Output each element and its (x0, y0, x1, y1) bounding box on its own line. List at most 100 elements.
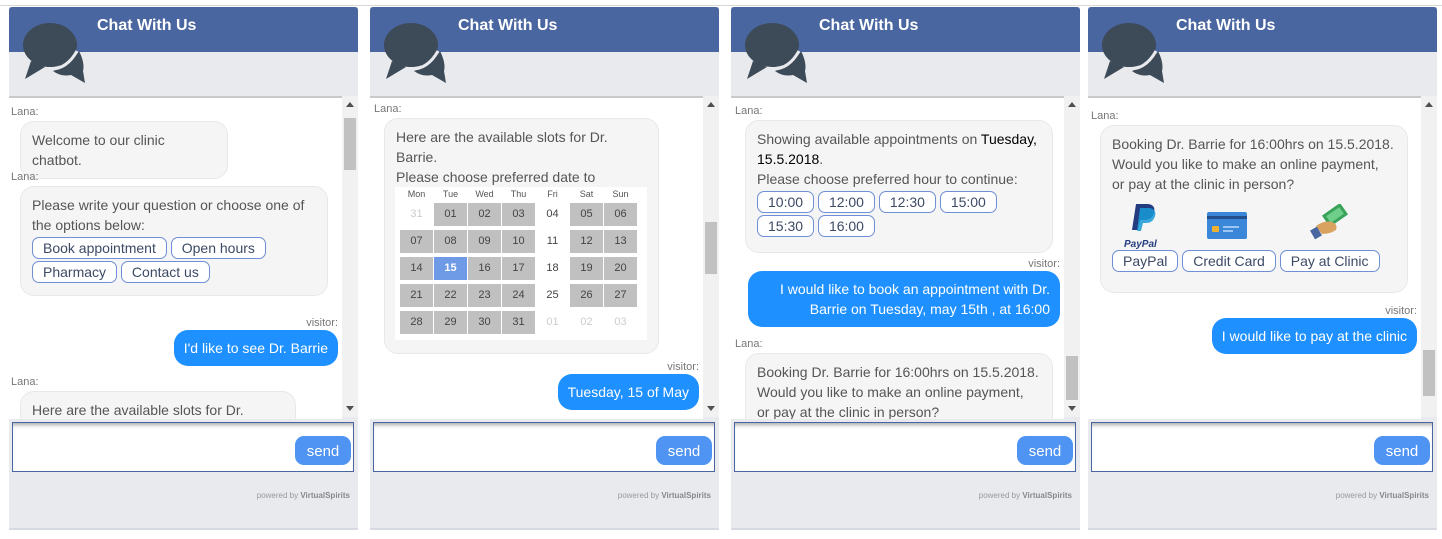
calendar-day[interactable]: 24 (502, 284, 535, 307)
calendar-day[interactable]: 26 (570, 284, 603, 307)
top-divider (0, 5, 1442, 6)
calendar-day[interactable]: 29 (434, 311, 467, 334)
send-button[interactable]: send (295, 436, 351, 465)
weekday-header: Mon (407, 189, 426, 199)
sender-label: Lana: (11, 376, 39, 388)
calendar-day[interactable]: 22 (434, 284, 467, 307)
message-input[interactable]: send (12, 422, 354, 472)
send-button[interactable]: send (656, 436, 712, 465)
sender-label: Lana: (735, 338, 763, 350)
option-time-1000[interactable]: 10:00 (757, 191, 815, 213)
scrollbar[interactable] (703, 96, 719, 417)
chat-widget-2: Chat With Us Lana: Here are the availabl… (370, 7, 719, 530)
powered-by-text: powered by (256, 491, 299, 500)
calendar-day[interactable]: 14 (400, 257, 433, 280)
sender-label: Lana: (11, 106, 39, 118)
scroll-down-arrow[interactable] (346, 406, 354, 411)
calendar-day: 11 (546, 235, 559, 247)
calendar-day[interactable]: 12 (570, 230, 603, 253)
scroll-thumb[interactable] (705, 222, 717, 274)
paypal-icon[interactable]: PayPal (1124, 202, 1164, 250)
sender-label: Lana: (1091, 110, 1119, 122)
calendar-day[interactable]: 27 (604, 284, 637, 307)
visitor-message-line: I would like to book an appointment with… (779, 281, 1050, 297)
option-time-1600[interactable]: 16:00 (817, 215, 875, 237)
bot-message-line: Please choose preferred hour to continue… (757, 171, 1018, 187)
chat-bubbles-icon (23, 23, 85, 83)
option-credit-card[interactable]: Credit Card (1182, 250, 1276, 272)
powered-by: powered by VirtualSpirits (257, 491, 350, 500)
option-time-1530[interactable]: 15:30 (757, 215, 815, 237)
calendar-day[interactable]: 03 (502, 203, 535, 226)
option-pay-at-clinic[interactable]: Pay at Clinic (1279, 250, 1380, 272)
scrollbar[interactable] (1421, 96, 1437, 417)
weekday-header: Wed (475, 189, 494, 199)
powered-by: powered by VirtualSpirits (979, 491, 1072, 500)
message-input[interactable]: send (1091, 422, 1433, 472)
message-input[interactable]: send (734, 422, 1076, 472)
visitor-message: I would like to pay at the clinic (1211, 318, 1417, 354)
scroll-thumb[interactable] (344, 118, 356, 170)
calendar-day[interactable]: 05 (570, 203, 603, 226)
calendar-day[interactable]: 01 (434, 203, 467, 226)
sender-label: Lana: (374, 103, 402, 115)
scrollbar[interactable] (1064, 96, 1080, 417)
option-contact-us[interactable]: Contact us (120, 261, 210, 283)
calendar-day[interactable]: 07 (400, 230, 433, 253)
option-open-hours[interactable]: Open hours (170, 237, 266, 259)
option-pharmacy[interactable]: Pharmacy (32, 261, 118, 283)
calendar-day[interactable]: 23 (468, 284, 501, 307)
calendar-day[interactable]: 17 (502, 257, 535, 280)
brand-name[interactable]: VirtualSpirits (300, 491, 350, 500)
message-input[interactable]: send (373, 422, 715, 472)
calendar-day[interactable]: 19 (570, 257, 603, 280)
calendar-day[interactable]: 20 (604, 257, 637, 280)
chat-widget-3: Chat With Us Lana: Showing available app… (731, 7, 1080, 530)
calendar-day[interactable]: 16 (468, 257, 501, 280)
option-time-1200[interactable]: 12:00 (817, 191, 875, 213)
option-book-appointment[interactable]: Book appointment (32, 237, 167, 259)
calendar-day[interactable]: 06 (604, 203, 637, 226)
send-button[interactable]: send (1017, 436, 1073, 465)
scroll-down-arrow[interactable] (1068, 406, 1076, 411)
calendar-day[interactable]: 28 (400, 311, 433, 334)
message-list: Lana: Here are the available slots for D… (370, 96, 703, 419)
sender-label: visitor: (1385, 305, 1417, 317)
bot-message: Welcome to our clinic chatbot. (20, 121, 228, 179)
cash-hand-icon[interactable] (1310, 204, 1350, 240)
scroll-thumb[interactable] (1423, 350, 1435, 396)
calendar-day[interactable]: 30 (468, 311, 501, 334)
brand-name[interactable]: VirtualSpirits (661, 491, 711, 500)
calendar-day[interactable]: 31 (502, 311, 535, 334)
scroll-down-arrow[interactable] (707, 406, 715, 411)
visitor-message: I would like to book an appointment with… (748, 271, 1060, 327)
calendar-day[interactable]: 09 (468, 230, 501, 253)
scroll-up-arrow[interactable] (1068, 102, 1076, 107)
brand-name[interactable]: VirtualSpirits (1022, 491, 1072, 500)
scroll-up-arrow[interactable] (1425, 102, 1433, 107)
chat-bubbles-icon (1102, 23, 1164, 83)
option-time-1500[interactable]: 15:00 (939, 191, 997, 213)
scroll-up-arrow[interactable] (707, 102, 715, 107)
brand-name[interactable]: VirtualSpirits (1379, 491, 1429, 500)
calendar-day[interactable]: 02 (468, 203, 501, 226)
bot-message-line: Here are the available slots for Dr. Bar… (396, 129, 608, 165)
scroll-thumb[interactable] (1066, 356, 1078, 400)
calendar-day: 03 (614, 316, 627, 328)
visitor-message-line: Barrie on Tuesday, may 15th , at 16:00 (809, 301, 1050, 317)
text-prefix: Showing available appointments on (757, 131, 981, 147)
paypal-logo-text: PayPal (1124, 239, 1157, 250)
chat-title: Chat With Us (97, 17, 197, 34)
calendar-day[interactable]: 08 (434, 230, 467, 253)
message-list: Lana: Welcome to our clinic chatbot. Lan… (9, 96, 342, 419)
send-button[interactable]: send (1374, 436, 1430, 465)
visitor-message: I'd like to see Dr. Barrie (173, 330, 338, 366)
scroll-up-arrow[interactable] (346, 102, 354, 107)
option-time-1230[interactable]: 12:30 (878, 191, 936, 213)
calendar-day[interactable]: 21 (400, 284, 433, 307)
calendar-day[interactable]: 13 (604, 230, 637, 253)
calendar-day-selected[interactable]: 15 (434, 257, 467, 280)
scrollbar[interactable] (342, 96, 358, 417)
calendar-day[interactable]: 10 (502, 230, 535, 253)
credit-card-icon[interactable] (1207, 212, 1247, 239)
